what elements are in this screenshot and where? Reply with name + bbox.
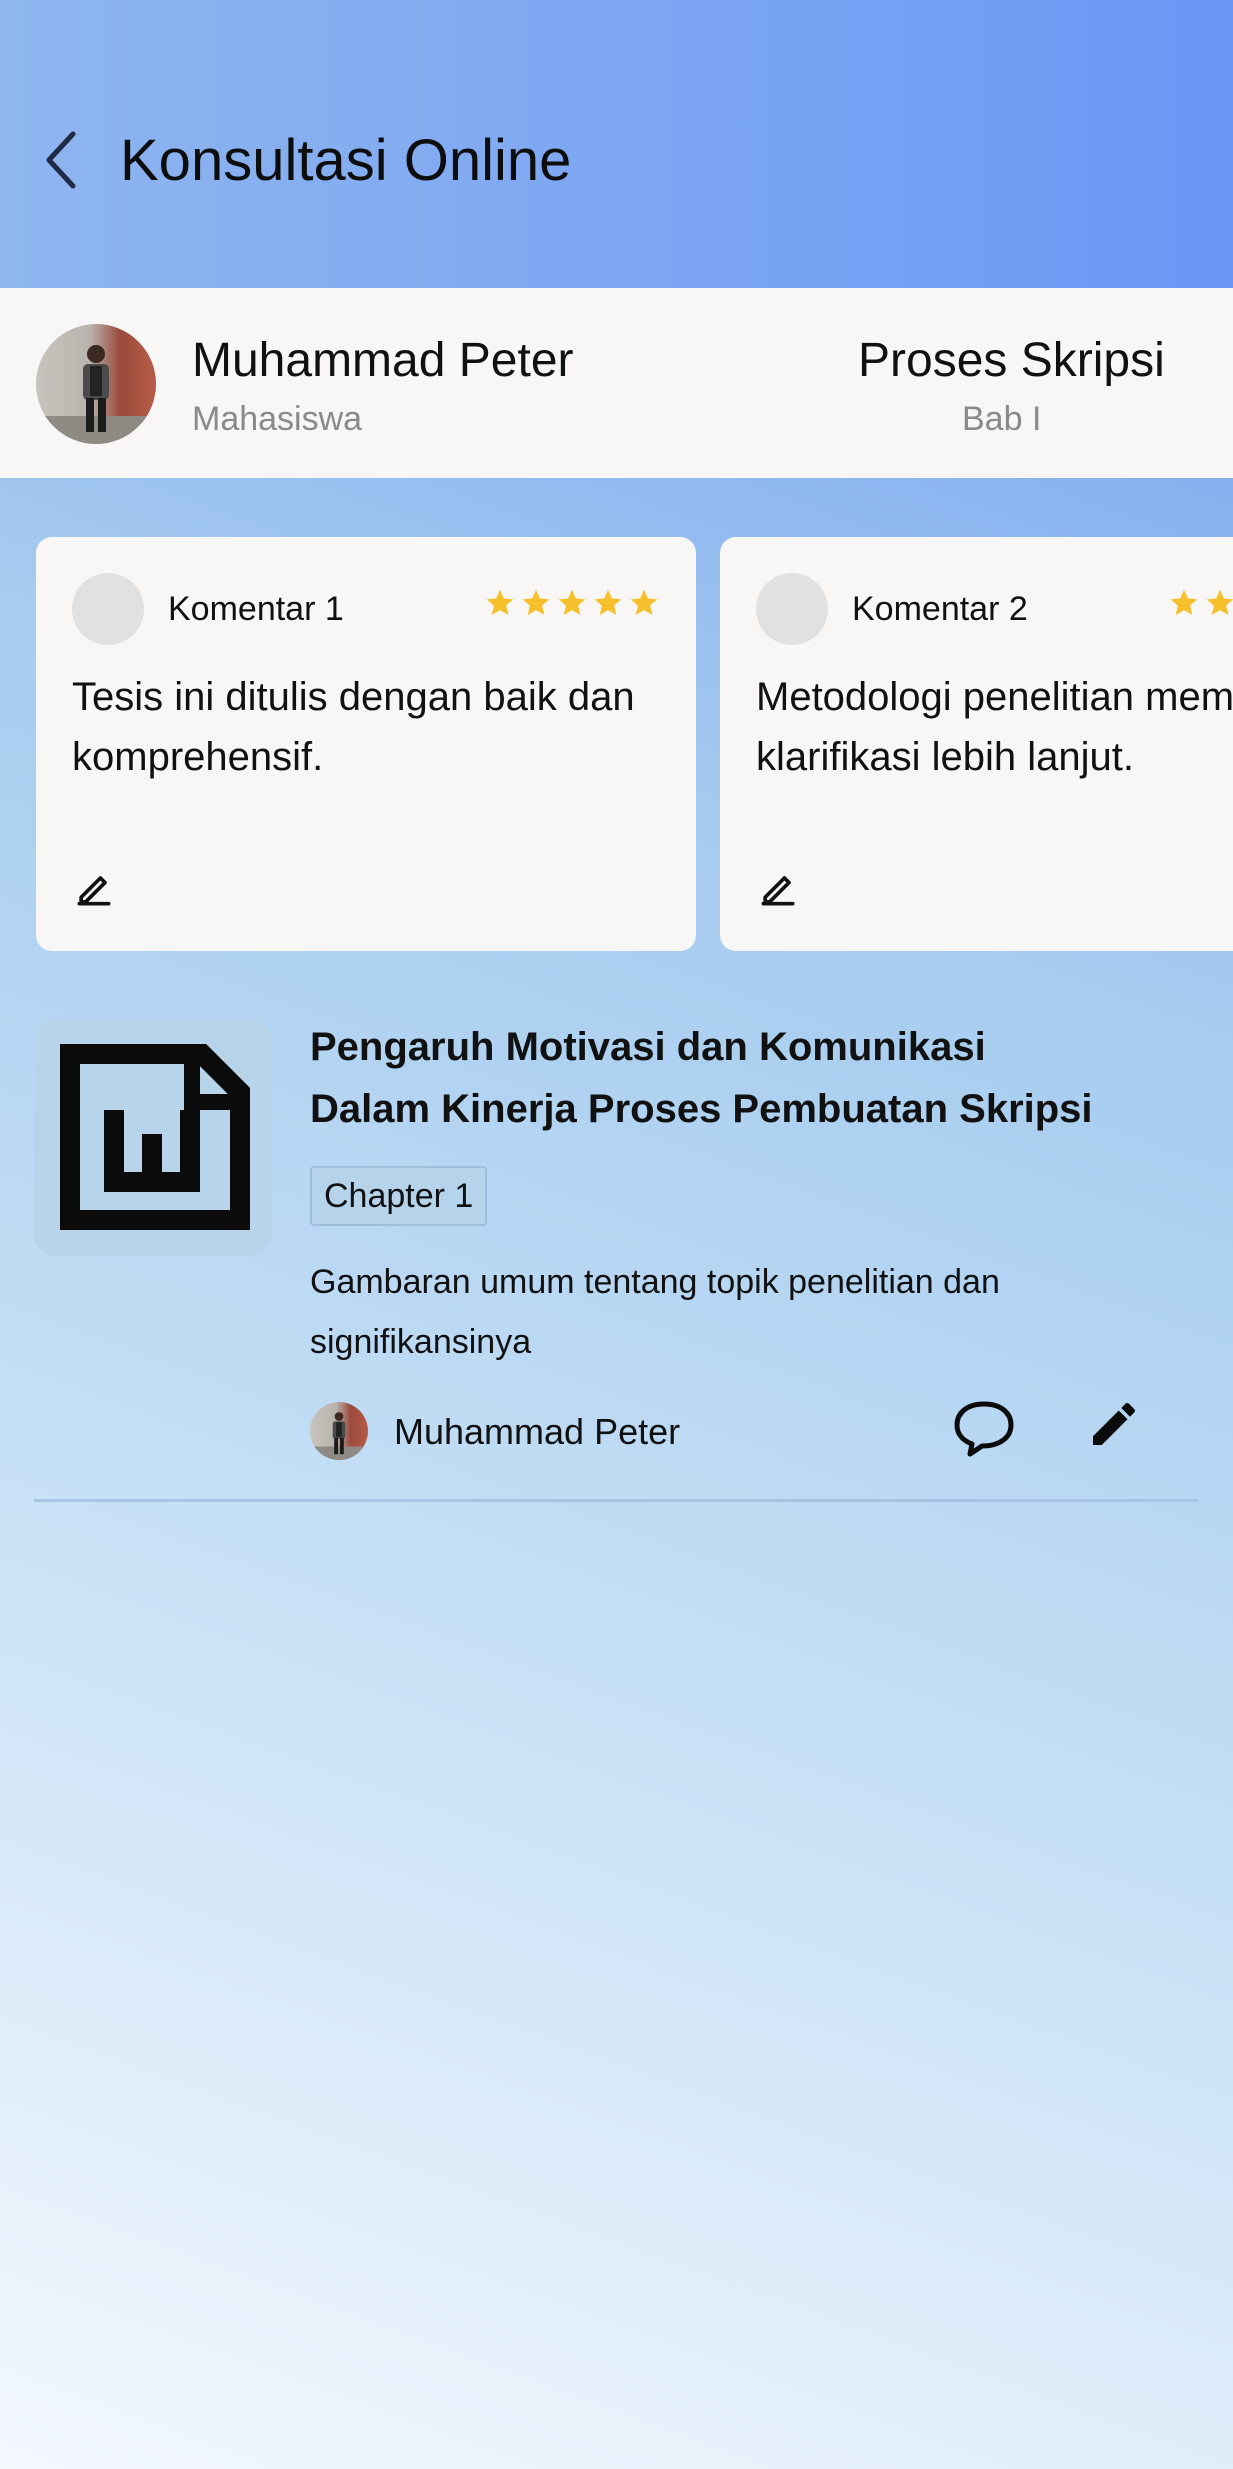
- star-icon: [630, 589, 658, 615]
- comments-carousel[interactable]: Komentar 1 Tesis ini ditulis dengan baik…: [36, 537, 1233, 951]
- document-title-line: Pengaruh Motivasi dan Komunikasi: [310, 1025, 986, 1069]
- document-description: Gambaran umum tentang topik penelitian d…: [310, 1252, 1130, 1372]
- star-rating: [1168, 587, 1233, 619]
- comment-avatar: [72, 573, 144, 645]
- document-title-line: Dalam Kinerja Proses Pembuatan Skripsi: [310, 1087, 1093, 1131]
- process-title: Proses Skripsi: [858, 334, 1165, 387]
- page-title: Konsultasi Online: [120, 128, 572, 193]
- comment-title: Komentar 1: [168, 590, 344, 628]
- comment-card[interactable]: Komentar 2 Metodologi penelitian memerlu…: [720, 537, 1233, 951]
- divider: [34, 1499, 1198, 1502]
- star-rating: [484, 587, 660, 619]
- user-role: Mahasiswa: [192, 400, 363, 438]
- chat-bubble-icon: [954, 1401, 1014, 1457]
- star-icon: [594, 589, 622, 615]
- edit-pencil-icon[interactable]: [72, 867, 116, 911]
- user-name: Muhammad Peter: [192, 334, 574, 387]
- comment-button[interactable]: [952, 1396, 1016, 1460]
- star-icon: [1206, 589, 1233, 615]
- comment-text: Tesis ini ditulis dengan baik dan kompre…: [72, 675, 635, 779]
- process-stage: Bab I: [962, 400, 1042, 438]
- document-title[interactable]: Pengaruh Motivasi dan Komunikasi Dalam K…: [310, 1016, 1190, 1140]
- profile-bar: Muhammad Peter Mahasiswa Proses Skripsi …: [0, 288, 1233, 478]
- chapter-badge: Chapter 1: [310, 1166, 488, 1226]
- user-avatar[interactable]: [36, 324, 156, 444]
- pencil-icon: [1093, 1402, 1135, 1445]
- star-icon: [1170, 589, 1198, 615]
- description-line: Gambaran umum tentang topik penelitian d…: [310, 1263, 1000, 1301]
- comment-avatar: [756, 573, 828, 645]
- chevron-left-icon: [46, 131, 76, 189]
- author-avatar[interactable]: [310, 1402, 368, 1460]
- app-header: Konsultasi Online: [0, 0, 1233, 288]
- star-icon: [486, 589, 514, 615]
- comment-title: Komentar 2: [852, 590, 1028, 628]
- word-document-icon: [60, 1044, 250, 1230]
- document-thumbnail[interactable]: [34, 1018, 272, 1256]
- back-button[interactable]: [34, 124, 88, 196]
- comment-text: Metodologi penelitian memerlukan klarifi…: [756, 675, 1233, 779]
- star-icon: [558, 589, 586, 615]
- edit-document-button[interactable]: [1086, 1396, 1142, 1452]
- comment-card[interactable]: Komentar 1 Tesis ini ditulis dengan baik…: [36, 537, 696, 951]
- author-name: Muhammad Peter: [394, 1411, 681, 1452]
- edit-pencil-icon[interactable]: [756, 867, 800, 911]
- description-line: signifikansinya: [310, 1323, 532, 1361]
- star-icon: [522, 589, 550, 615]
